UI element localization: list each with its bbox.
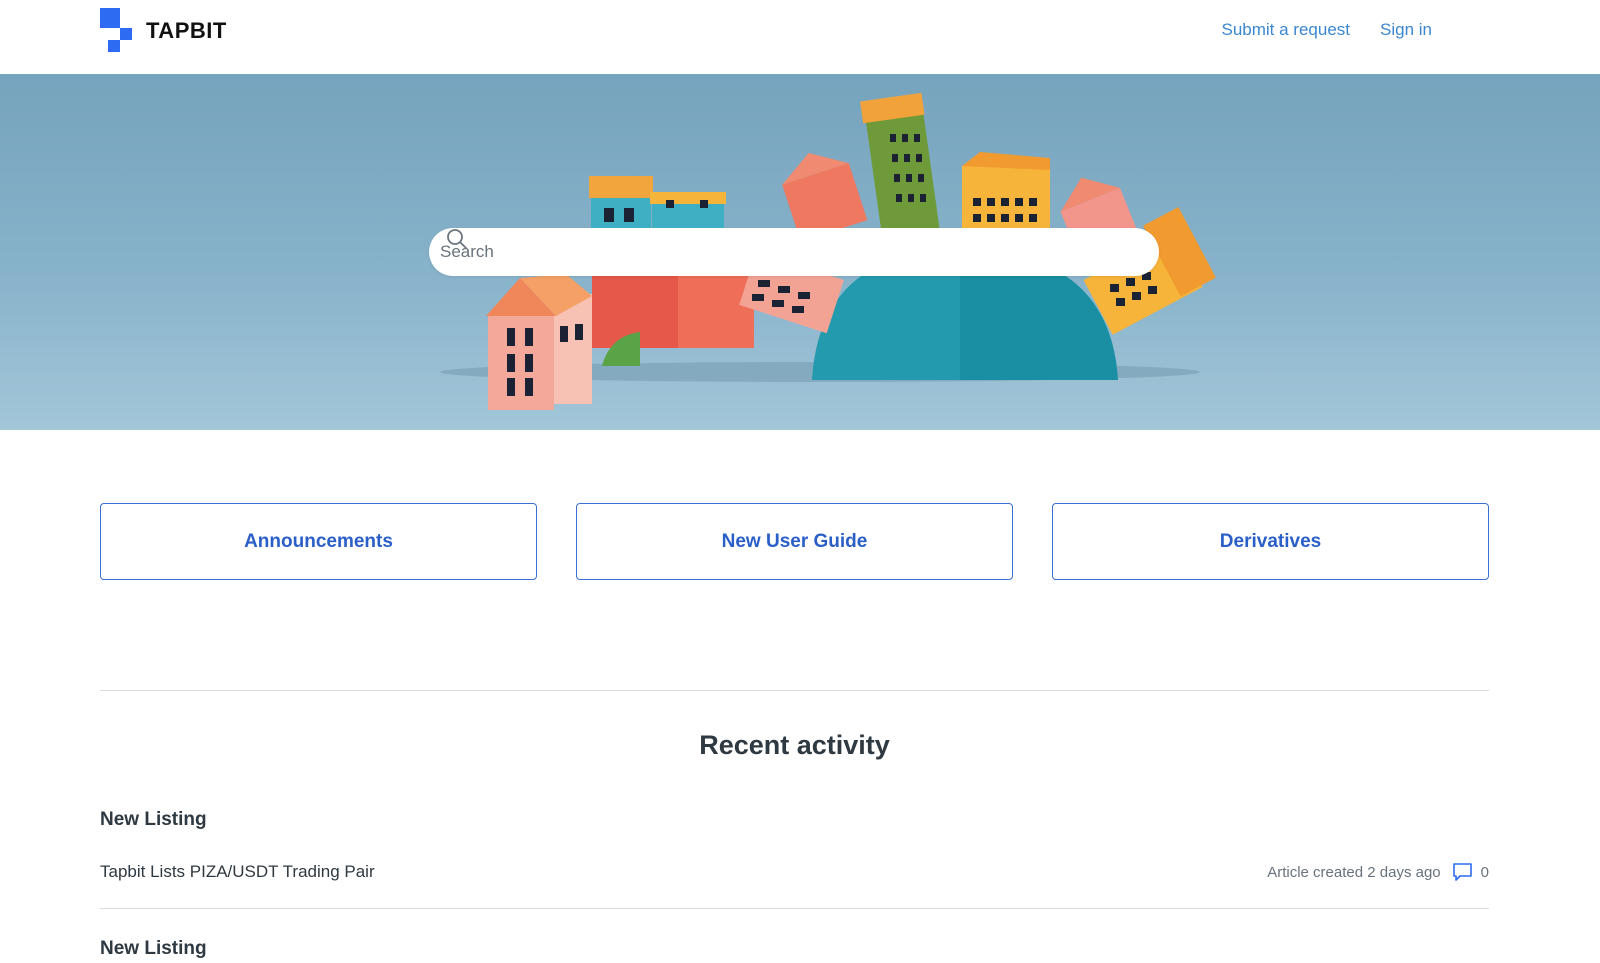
logo-text: TAPBIT	[146, 18, 227, 43]
search-input[interactable]	[438, 241, 1078, 263]
search-icon[interactable]	[446, 228, 468, 250]
submit-request-link[interactable]: Submit a request	[1222, 20, 1351, 40]
category-derivatives[interactable]: Derivatives	[1052, 503, 1489, 580]
activity-item: Tapbit Lists PIZA/USDT Trading Pair Arti…	[100, 859, 1489, 885]
user-nav: Submit a request Sign in	[1222, 20, 1433, 40]
activity-divider	[100, 908, 1489, 909]
section-divider	[100, 690, 1489, 691]
logo-icon	[100, 8, 134, 54]
sign-in-link[interactable]: Sign in	[1380, 20, 1432, 40]
category-blocks: Announcements New User Guide Derivatives	[100, 503, 1489, 580]
activity-timestamp: Article created 2 days ago	[1267, 863, 1441, 881]
search-bar	[429, 228, 1159, 276]
recent-activity-heading: Recent activity	[699, 730, 890, 760]
hero-banner	[0, 74, 1600, 430]
comment-count: 0	[1480, 863, 1489, 881]
activity-meta: Article created 2 days ago 0	[1267, 862, 1489, 882]
comment-icon	[1452, 863, 1472, 881]
category-announcements[interactable]: Announcements	[100, 503, 537, 580]
site-header: TAPBIT Submit a request Sign in	[0, 0, 1600, 74]
category-new-user-guide[interactable]: New User Guide	[576, 503, 1013, 580]
activity-category-link[interactable]: New Listing	[100, 809, 207, 831]
activity-article-link[interactable]: Tapbit Lists PIZA/USDT Trading Pair	[100, 862, 375, 882]
tapbit-logo[interactable]: TAPBIT	[100, 8, 227, 54]
activity-category-link[interactable]: New Listing	[100, 938, 207, 960]
